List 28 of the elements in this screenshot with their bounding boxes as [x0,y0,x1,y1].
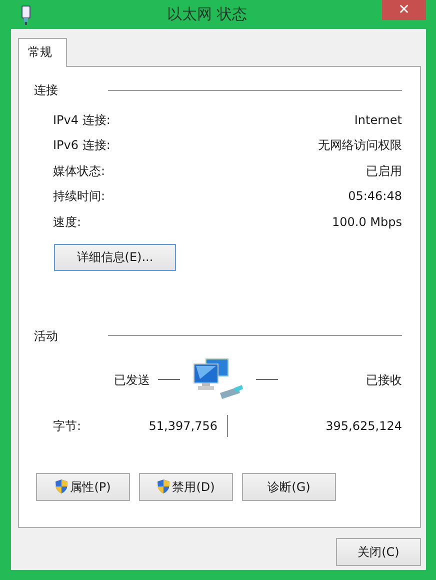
field-label: 速度: [53,214,82,231]
ethernet-icon [20,4,32,24]
field-value: 已启用 [366,162,402,180]
received-label: 已接收 [366,372,402,388]
tab[interactable]: 常规 [18,38,67,67]
action-button[interactable]: 诊断(G) [242,472,336,500]
field-value: 无网络访问权限 [318,137,402,154]
action-button[interactable]: 禁用(D) [139,472,233,500]
bytes-label: 字节: [53,418,82,434]
shield-icon [55,479,68,494]
field-label: 媒体状态: [53,162,106,180]
sent-label: 已发送 [114,372,150,388]
window-title: 以太网 状态 [166,4,248,26]
section-heading: 活动 [34,328,58,344]
field-value: 100.0 Mbps [332,214,402,231]
action-button[interactable]: 属性(P) [36,472,130,500]
close-button[interactable]: ✕ [382,0,426,20]
field-label: IPv4 连接: [53,112,110,129]
field-label: 持续时间: [53,188,106,206]
bytes-received: 395,625,124 [326,418,402,432]
bytes-sent: 51,397,756 [148,418,218,434]
shield-icon [157,479,170,494]
field-value: Internet [354,112,402,129]
details-button[interactable]: 详细信息(E)... [54,244,176,270]
field-value: 05:46:48 [348,188,402,206]
close-button[interactable]: 关闭(C) [336,538,421,566]
section-heading: 连接 [34,82,58,99]
field-label: IPv6 连接: [53,137,110,154]
